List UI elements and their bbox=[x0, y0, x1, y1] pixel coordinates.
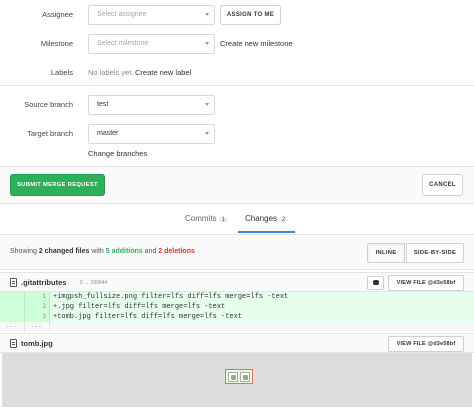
summary-and: and bbox=[144, 248, 157, 255]
milestone-row: Milestone Select milestone Create new mi… bbox=[0, 34, 474, 54]
expand-below[interactable]: ... bbox=[25, 322, 50, 332]
change-branches-link[interactable]: Change branches bbox=[88, 149, 147, 158]
assignee-label: Assignee bbox=[42, 10, 73, 19]
summary-prefix: Showing bbox=[10, 248, 37, 255]
target-branch-value: master bbox=[97, 130, 119, 137]
file-mode-change: 0 → 100644 bbox=[80, 280, 108, 286]
active-tab-indicator bbox=[238, 231, 295, 233]
chevron-down-icon bbox=[205, 132, 209, 135]
broken-image-icon bbox=[228, 372, 238, 382]
inline-view-button[interactable]: INLINE bbox=[367, 243, 405, 263]
diff-line: 1 +imgpsh_fullsize.png filter=lfs diff=l… bbox=[0, 292, 474, 302]
summary-changed-files: 2 changed files bbox=[38, 248, 90, 255]
assignee-row: Assignee Select assignee ASSIGN TO ME bbox=[0, 5, 474, 25]
view-file-button[interactable]: VIEW FILE @d3e58bf bbox=[388, 336, 464, 352]
line-content: +.jpg filter=lfs diff=lfs merge=lfs -tex… bbox=[53, 303, 226, 311]
source-branch-value: test bbox=[97, 101, 109, 108]
tab-commits-label: Commits bbox=[185, 214, 217, 223]
expand-above[interactable]: ... bbox=[0, 322, 25, 332]
source-branch-label: Source branch bbox=[24, 100, 73, 109]
old-line-number[interactable] bbox=[0, 302, 25, 312]
summary-deletions: 2 deletions bbox=[158, 248, 195, 255]
diff-summary: Showing 2 changed files with 5 additions… bbox=[10, 248, 195, 255]
new-line-number[interactable]: 3 bbox=[25, 312, 50, 322]
assignee-select[interactable]: Select assignee bbox=[88, 5, 215, 25]
tab-changes[interactable]: Changes 2 bbox=[245, 214, 289, 223]
file-image-icon bbox=[10, 339, 17, 348]
cancel-button[interactable]: CANCEL bbox=[422, 174, 463, 196]
tab-changes-label: Changes bbox=[245, 214, 278, 223]
assign-to-me-button[interactable]: ASSIGN TO ME bbox=[220, 5, 281, 25]
source-branch-select[interactable]: test bbox=[88, 95, 215, 115]
target-branch-row: Target branch master bbox=[0, 124, 474, 144]
create-milestone-link[interactable]: Create new milestone bbox=[220, 39, 293, 48]
summary-additions: 5 additions bbox=[105, 248, 143, 255]
tab-commits-count: 1 bbox=[218, 217, 228, 223]
submit-merge-request-button[interactable]: SUBMIT MERGE REQUEST bbox=[10, 174, 105, 196]
diff-line: 2 +.jpg filter=lfs diff=lfs merge=lfs -t… bbox=[0, 302, 474, 312]
chevron-down-icon bbox=[205, 42, 209, 45]
image-diff-preview bbox=[2, 353, 472, 407]
no-labels-text: No labels yet. bbox=[88, 68, 134, 77]
file-header: .gitattributes 0 → 100644 VIEW FILE @d3e… bbox=[0, 272, 474, 292]
create-label-link[interactable]: Create new label bbox=[135, 68, 191, 77]
side-by-side-view-button[interactable]: SIDE-BY-SIDE bbox=[406, 243, 464, 263]
file-name[interactable]: .gitattributes bbox=[21, 278, 66, 287]
source-branch-row: Source branch test bbox=[0, 95, 474, 115]
file-name[interactable]: tomb.jpg bbox=[21, 339, 53, 348]
comment-icon bbox=[373, 280, 379, 285]
tab-changes-count: 2 bbox=[279, 217, 289, 223]
milestone-label: Milestone bbox=[40, 39, 73, 48]
old-line-number[interactable] bbox=[0, 292, 25, 302]
diff-expand-row[interactable]: ... ... bbox=[0, 322, 474, 332]
file-text-icon bbox=[10, 278, 17, 287]
file-header: tomb.jpg VIEW FILE @d3e58bf bbox=[0, 333, 474, 353]
labels-label: Labels bbox=[50, 68, 73, 77]
target-branch-select[interactable]: master bbox=[88, 124, 215, 144]
image-frame bbox=[225, 369, 253, 384]
new-line-number[interactable]: 1 bbox=[25, 292, 50, 302]
target-branch-label: Target branch bbox=[27, 129, 73, 138]
labels-row: Labels No labels yet. Create new label bbox=[0, 63, 474, 83]
line-content: +imgpsh_fullsize.png filter=lfs diff=lfs… bbox=[53, 293, 289, 301]
view-file-button[interactable]: VIEW FILE @d3e58bf bbox=[388, 275, 464, 291]
milestone-select[interactable]: Select milestone bbox=[88, 34, 215, 54]
summary-with: with bbox=[91, 248, 104, 255]
old-line-number[interactable] bbox=[0, 312, 25, 322]
new-line-number[interactable]: 2 bbox=[25, 302, 50, 312]
broken-image-icon bbox=[240, 372, 250, 382]
form-divider bbox=[0, 85, 474, 86]
toggle-comments-button[interactable] bbox=[367, 276, 384, 290]
chevron-down-icon bbox=[205, 103, 209, 106]
milestone-placeholder: Select milestone bbox=[97, 40, 149, 47]
diff-line: 3 +tomb.jpg filter=lfs diff=lfs merge=lf… bbox=[0, 312, 474, 322]
assignee-placeholder: Select assignee bbox=[97, 11, 147, 18]
tab-commits[interactable]: Commits 1 bbox=[185, 214, 228, 223]
line-content: +tomb.jpg filter=lfs diff=lfs merge=lfs … bbox=[53, 313, 243, 321]
chevron-down-icon bbox=[205, 13, 209, 16]
